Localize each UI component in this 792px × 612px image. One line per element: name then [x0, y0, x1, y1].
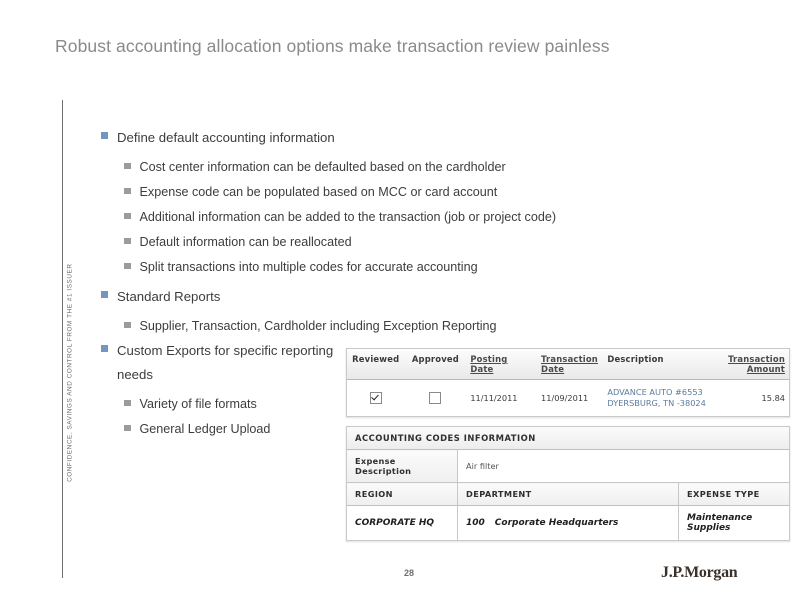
bullet-level1: Standard Reports — [101, 285, 701, 310]
column-header-expense-type: EXPENSE TYPE — [678, 482, 789, 506]
column-header-description: Description — [603, 349, 723, 380]
column-header-department: DEPARTMENT — [457, 482, 679, 506]
cell-posting-date: 11/11/2011 — [466, 379, 538, 416]
embedded-app-screenshot: Reviewed Approved Posting Date Transacti… — [346, 348, 790, 541]
table-row: 11/11/2011 11/09/2011 ADVANCE AUTO #6553… — [347, 379, 789, 416]
bullet-marker-icon — [101, 291, 108, 298]
column-header-posting-date[interactable]: Posting Date — [466, 349, 538, 380]
cell-transaction-amount: 15.84 — [722, 379, 789, 416]
bullet-marker-icon — [101, 132, 108, 139]
bullet-text: Expense code can be populated based on M… — [139, 184, 498, 199]
bullet-marker-icon — [124, 187, 131, 194]
transaction-list-panel: Reviewed Approved Posting Date Transacti… — [346, 348, 790, 417]
column-header-transaction-amount-label: Transaction Amount — [728, 354, 785, 374]
accounting-codes-title-row: ACCOUNTING CODES INFORMATION — [347, 427, 789, 450]
accounting-codes-header-row: REGION DEPARTMENT EXPENSE TYPE — [347, 482, 789, 506]
merchant-name: ADVANCE AUTO #6553 — [607, 387, 703, 397]
bullet-level1: Define default accounting information — [101, 126, 701, 151]
side-caption: CONFIDENCE, SAVINGS AND CONTROL FROM THE… — [66, 263, 74, 482]
cell-transaction-date: 11/09/2011 — [537, 379, 604, 416]
bullet-text: Define default accounting information — [117, 130, 335, 145]
bullet-marker-icon — [124, 321, 131, 328]
expense-description-label: Expense Description — [347, 449, 458, 483]
bullet-level2: Default information can be reallocated — [124, 230, 701, 255]
bullet-text: General Ledger Upload — [139, 421, 271, 436]
column-header-transaction-date-label: Transaction Date — [541, 354, 598, 374]
expense-description-row: Expense Description Air filter — [347, 449, 789, 483]
page-number: 28 — [404, 568, 415, 578]
bullet-text: Cost center information can be defaulted… — [139, 159, 506, 174]
bullet-text: Split transactions into multiple codes f… — [139, 259, 478, 274]
column-header-posting-date-label: Posting Date — [470, 354, 508, 374]
merchant-location: DYERSBURG, TN -38024 — [607, 398, 706, 408]
page-title: Robust accounting allocation options mak… — [55, 36, 610, 56]
bullet-level2: Supplier, Transaction, Cardholder includ… — [124, 314, 701, 339]
column-header-transaction-date[interactable]: Transaction Date — [537, 349, 604, 380]
column-header-region: REGION — [347, 482, 458, 506]
cell-reviewed — [347, 379, 405, 416]
bullet-marker-icon — [124, 399, 131, 406]
department-number: 100 — [466, 518, 485, 528]
bullet-text: Additional information can be added to t… — [139, 209, 557, 224]
transaction-table: Reviewed Approved Posting Date Transacti… — [347, 349, 789, 416]
bullet-marker-icon — [124, 262, 131, 269]
approved-checkbox[interactable] — [429, 392, 442, 404]
accounting-codes-panel: ACCOUNTING CODES INFORMATION Expense Des… — [346, 426, 790, 541]
cell-region[interactable]: CORPORATE HQ — [347, 505, 458, 540]
reviewed-checkbox[interactable] — [369, 392, 382, 404]
cell-department[interactable]: 100 Corporate Headquarters — [457, 505, 679, 540]
department-name: Corporate Headquarters — [494, 518, 619, 528]
bullet-marker-icon — [124, 212, 131, 219]
expense-description-value[interactable]: Air filter — [457, 449, 789, 483]
bullet-marker-icon — [124, 237, 131, 244]
jpmorgan-logo: J.P.Morgan — [661, 564, 738, 581]
cell-approved — [404, 379, 467, 416]
cell-expense-type[interactable]: Maintenance Supplies — [678, 505, 789, 540]
bullet-level2: Additional information can be added to t… — [124, 205, 701, 230]
table-header-row: Reviewed Approved Posting Date Transacti… — [347, 349, 789, 380]
bullet-text: Variety of file formats — [139, 396, 257, 411]
accounting-codes-table: ACCOUNTING CODES INFORMATION Expense Des… — [347, 427, 789, 540]
column-header-transaction-amount[interactable]: Transaction Amount — [722, 349, 789, 380]
bullet-level2: Cost center information can be defaulted… — [124, 155, 701, 180]
bullet-group-define-defaults: Define default accounting information Co… — [101, 126, 701, 280]
bullet-marker-icon — [124, 424, 131, 431]
bullet-text: Supplier, Transaction, Cardholder includ… — [139, 318, 497, 333]
accounting-codes-value-row: CORPORATE HQ 100 Corporate Headquarters M… — [347, 505, 789, 540]
bullet-level2: Expense code can be populated based on M… — [124, 180, 701, 205]
column-header-approved: Approved — [404, 349, 467, 380]
bullet-marker-icon — [124, 162, 131, 169]
accounting-codes-title: ACCOUNTING CODES INFORMATION — [347, 427, 789, 450]
column-header-reviewed: Reviewed — [347, 349, 405, 380]
left-vertical-rule — [62, 100, 63, 578]
bullet-marker-icon — [101, 344, 108, 352]
cell-description[interactable]: ADVANCE AUTO #6553 DYERSBURG, TN -38024 — [603, 379, 723, 416]
bullet-text: Custom Exports for specific reporting ne… — [117, 342, 334, 383]
bullet-level2: Split transactions into multiple codes f… — [124, 255, 701, 280]
bullet-text: Default information can be reallocated — [139, 234, 352, 249]
bullet-text: Standard Reports — [117, 289, 221, 304]
